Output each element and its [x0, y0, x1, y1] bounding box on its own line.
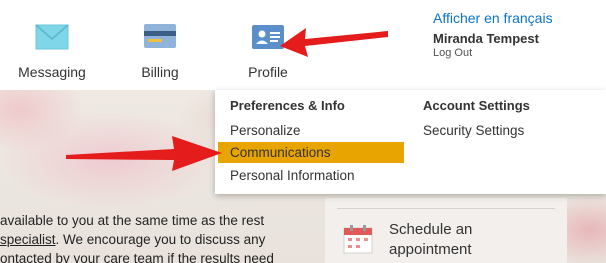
nav-label-profile: Profile — [248, 64, 288, 80]
menu-item-personal-information[interactable]: Personal Information — [230, 165, 355, 186]
content-line: specialist. We encourage you to discuss … — [0, 230, 320, 249]
nav-label-billing: Billing — [141, 64, 179, 80]
credit-card-icon — [144, 24, 176, 53]
menu-item-communications[interactable]: Communications — [218, 142, 404, 163]
divider — [337, 208, 555, 209]
envelope-icon — [35, 24, 69, 55]
arrow-icon — [66, 136, 222, 171]
account-settings-heading: Account Settings — [423, 98, 530, 113]
arrow-icon — [280, 28, 388, 57]
menu-item-security-settings[interactable]: Security Settings — [423, 120, 524, 141]
nav-item-messaging[interactable]: Messaging — [2, 0, 102, 90]
logout-link[interactable]: Log Out — [433, 47, 472, 59]
user-name: Miranda Tempest — [433, 31, 539, 46]
nav-label-messaging: Messaging — [18, 64, 86, 80]
specialist-link[interactable]: specialist — [0, 232, 56, 247]
content-line-text: . We encourage you to discuss any — [55, 232, 266, 247]
side-panel: Schedule an appointment — [325, 198, 567, 263]
preferences-heading: Preferences & Info — [230, 98, 345, 113]
menu-item-personalize[interactable]: Personalize — [230, 120, 301, 141]
schedule-appointment-button[interactable]: Schedule an appointment — [341, 216, 551, 262]
content-paragraph: available to you at the same time as the… — [0, 211, 320, 263]
schedule-appointment-label: Schedule an appointment — [389, 221, 473, 258]
calendar-icon — [343, 224, 373, 259]
language-toggle-link[interactable]: Afficher en français — [433, 10, 553, 26]
content-line: available to you at the same time as the… — [0, 213, 265, 228]
profile-dropdown-menu: Preferences & Info Account Settings Pers… — [215, 90, 606, 194]
content-line: ontacted by your care team if the result… — [0, 251, 274, 263]
nav-item-billing[interactable]: Billing — [110, 0, 210, 90]
